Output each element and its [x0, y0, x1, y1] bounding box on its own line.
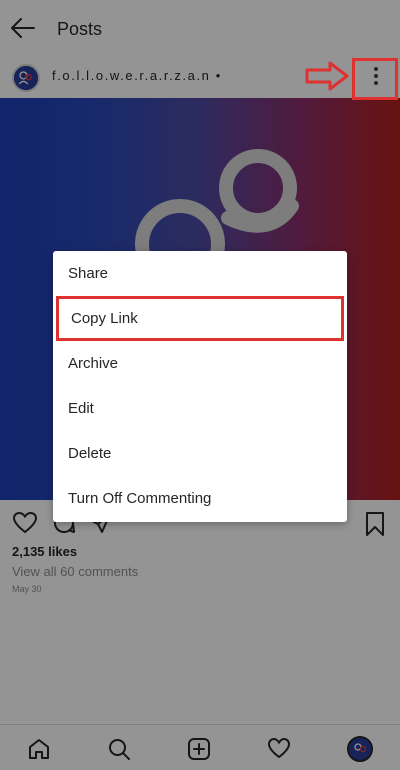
- menu-item-turn-off-commenting[interactable]: Turn Off Commenting: [53, 476, 347, 521]
- menu-item-copy-link[interactable]: Copy Link: [56, 296, 344, 341]
- menu-item-delete[interactable]: Delete: [53, 431, 347, 476]
- post-options-menu: Share Copy Link Archive Edit Delete Turn…: [53, 251, 347, 522]
- menu-item-edit[interactable]: Edit: [53, 386, 347, 431]
- menu-item-share[interactable]: Share: [53, 251, 347, 296]
- annotation-highlight-box: [352, 58, 398, 100]
- annotation-arrow-icon: [305, 61, 349, 91]
- menu-item-archive[interactable]: Archive: [53, 341, 347, 386]
